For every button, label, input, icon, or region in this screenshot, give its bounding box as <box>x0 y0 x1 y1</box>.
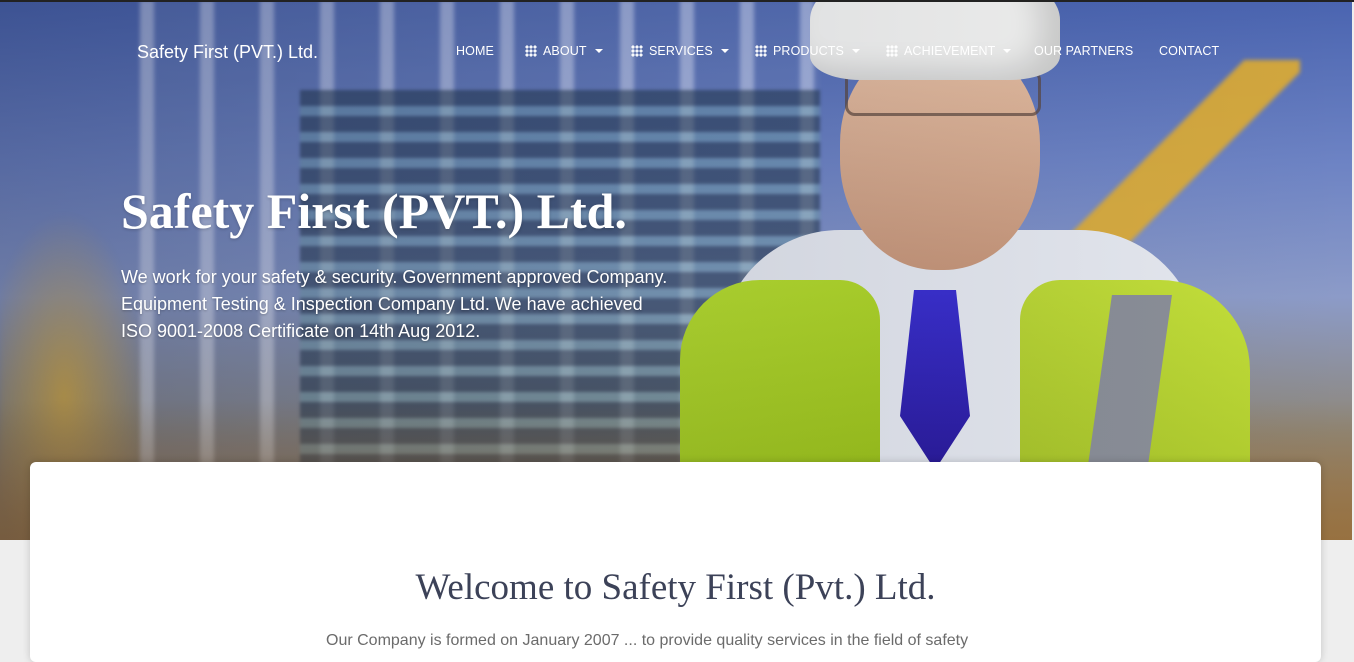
nav-services-label: SERVICES <box>649 44 713 58</box>
welcome-card: Welcome to Safety First (Pvt.) Ltd. Our … <box>30 462 1321 662</box>
grid-icon <box>525 45 537 57</box>
grid-icon <box>886 45 898 57</box>
grid-icon <box>755 45 767 57</box>
nav-about-label: ABOUT <box>543 44 587 58</box>
brand-link[interactable]: Safety First (PVT.) Ltd. <box>137 42 318 63</box>
nav-products[interactable]: PRODUCTS <box>755 44 860 58</box>
nav-our-partners[interactable]: OUR PARTNERS <box>1034 44 1133 58</box>
hero-description: We work for your safety & security. Gove… <box>121 267 668 341</box>
nav-our-partners-label: OUR PARTNERS <box>1034 44 1134 58</box>
caret-down-icon <box>1003 49 1012 53</box>
nav-services[interactable]: SERVICES <box>631 44 729 58</box>
nav-contact-label: CONTACT <box>1159 44 1220 58</box>
top-navbar: Safety First (PVT.) Ltd. HOME ABOUT SERV… <box>0 0 1352 104</box>
nav-home-label: HOME <box>456 44 494 58</box>
caret-down-icon <box>720 49 729 53</box>
grid-icon <box>631 45 643 57</box>
caret-down-icon <box>851 49 860 53</box>
welcome-heading: Welcome to Safety First (Pvt.) Ltd. <box>415 567 936 608</box>
nav-achievement-label: ACHIEVEMENT <box>904 44 996 58</box>
browser-top-border <box>0 0 1354 2</box>
nav-contact[interactable]: CONTACT <box>1159 44 1219 58</box>
nav-home[interactable]: HOME <box>456 44 494 58</box>
nav-products-label: PRODUCTS <box>773 44 844 58</box>
nav-achievement[interactable]: ACHIEVEMENT <box>886 44 1012 58</box>
welcome-intro-text: Our Company is formed on January 2007 ..… <box>326 632 969 649</box>
hero-title: Safety First (PVT.) Ltd. <box>121 183 627 239</box>
nav-about[interactable]: ABOUT <box>525 44 603 58</box>
caret-down-icon <box>594 49 603 53</box>
